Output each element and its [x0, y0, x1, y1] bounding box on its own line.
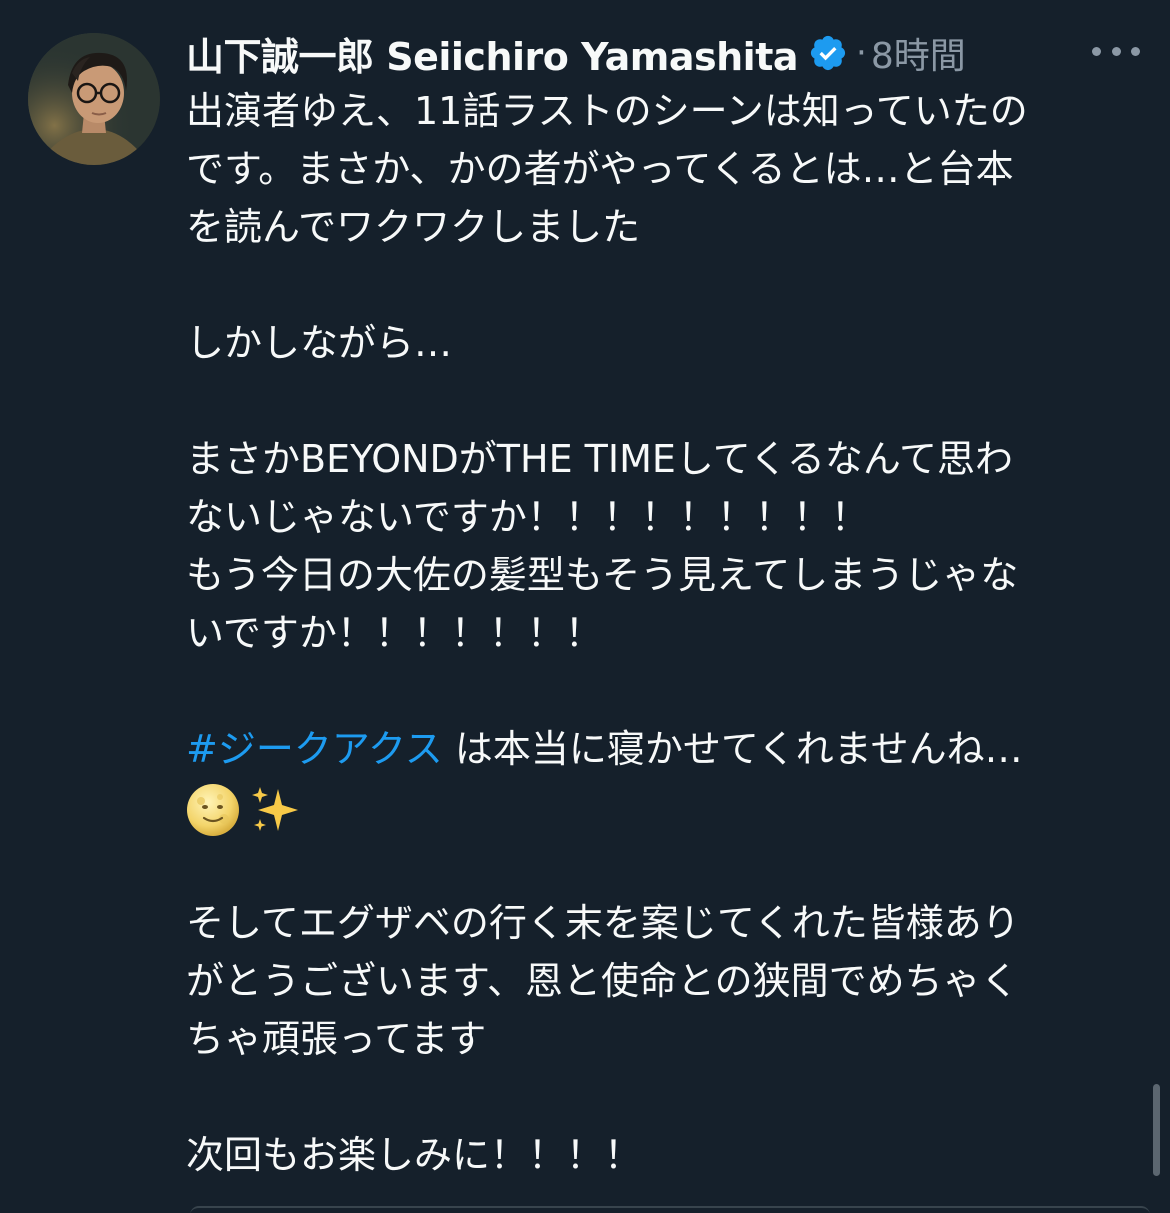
scrollbar-thumb[interactable]: [1153, 1084, 1160, 1176]
tweet-text: 出演者ゆえ、11話ラストのシーンは知っていたの です。まさか、かの者がやってくる…: [186, 82, 1126, 1184]
more-dot: [1111, 46, 1121, 56]
tweet-line: がとうございます、恩と使命との狭間でめちゃく: [186, 959, 1019, 1003]
tweet-line: ちゃ頑張ってます: [186, 1017, 487, 1061]
tweet-line: いですか！！！！！！！: [186, 611, 603, 655]
emoji-line: [186, 778, 1126, 836]
tweet-line: です。まさか、かの者がやってくるとは…と台本: [186, 147, 1014, 191]
more-dot: [1131, 46, 1140, 56]
hashtag-link[interactable]: #ジークアクス: [186, 727, 443, 771]
tweet: 山下誠一郎 Seiichiro Yamashita · 8時間 出演者ゆえ、11…: [0, 0, 1170, 1213]
tweet-line: 次回もお楽しみに！！！！: [186, 1133, 643, 1177]
tweet-line: #ジークアクス は本当に寝かせてくれませんね…: [186, 720, 1126, 778]
timestamp[interactable]: 8時間: [871, 27, 966, 79]
more-options-icon[interactable]: [1092, 42, 1140, 60]
avatar[interactable]: [28, 33, 160, 165]
tweet-line: 出演者ゆえ、11話ラストのシーンは知っていたの: [186, 89, 1028, 133]
tweet-line: そしてエグザベの行く末を案じてくれた皆様あり: [186, 901, 1020, 945]
tweet-line: ないじゃないですか！！！！！！！！！: [186, 495, 869, 539]
tweet-line: もう今日の大佐の髪型もそう見えてしまうじゃな: [186, 553, 1019, 597]
tweet-line: を読んでワクワクしました: [186, 205, 641, 249]
embedded-card-edge: [190, 1206, 1150, 1213]
more-dot: [1092, 46, 1101, 56]
avatar-image: [28, 33, 160, 165]
tweet-text-segment: は本当に寝かせてくれませんね…: [442, 727, 1023, 771]
sparkles-emoji: [252, 786, 298, 831]
full-moon-face-emoji: [187, 783, 239, 836]
tweet-line: しかしながら…: [186, 321, 453, 365]
author-name[interactable]: 山下誠一郎 Seiichiro Yamashita: [186, 26, 799, 81]
separator-dot: ·: [856, 33, 867, 73]
tweet-header: 山下誠一郎 Seiichiro Yamashita · 8時間: [186, 26, 966, 81]
verified-badge-icon: [810, 35, 846, 71]
tweet-line: まさかBEYONDがTHE TIMEしてくるなんて思わ: [186, 437, 1013, 481]
